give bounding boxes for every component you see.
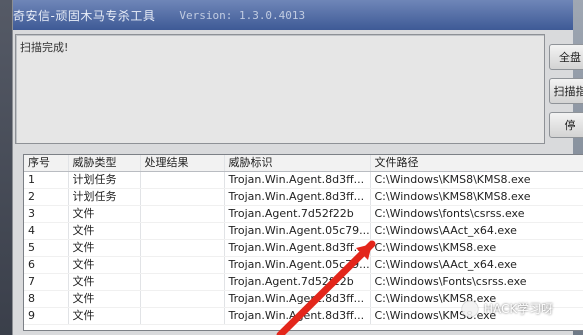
cell-result [140, 290, 225, 308]
cell-threat-type: 计划任务 [68, 171, 141, 189]
table-row[interactable]: 7 文件 Trojan.Agent.7d52f22b C:\Windows\Fonts… [24, 273, 583, 291]
cell-file-path: C:\Windows\KMS8\KMS8.exe [370, 171, 583, 189]
cell-number: 2 [24, 188, 69, 206]
cell-threat-id: Trojan.Win.Agent.05c79... [224, 222, 371, 240]
cell-number: 9 [24, 307, 69, 325]
cell-number: 7 [24, 273, 69, 291]
cell-number: 3 [24, 205, 69, 223]
cell-number: 1 [24, 171, 69, 189]
cell-threat-id: Trojan.Win.Agent.8d3ff... [224, 290, 371, 308]
cell-threat-type: 文件 [68, 273, 141, 291]
table-row[interactable]: 5 文件 Trojan.Win.Agent.8d3ff... C:\Windows\K… [24, 239, 583, 257]
header-result[interactable]: 处理结果 [140, 155, 225, 172]
table-row[interactable]: 6 文件 Trojan.Win.Agent.05c79... C:\Windows\A… [24, 256, 583, 274]
titlebar: 奇安信-顽固木马专杀工具 Version: 1.3.0.4013 [13, 0, 573, 30]
table-row[interactable]: 4 文件 Trojan.Win.Agent.05c79... C:\Windows\A… [24, 222, 583, 240]
cell-threat-id: Trojan.Agent.7d52f22b [224, 205, 371, 223]
cell-result [140, 307, 225, 325]
scan-status-text: 扫描完成! [20, 41, 69, 54]
header-threat-type[interactable]: 威胁类型 [68, 155, 141, 172]
scan-status-panel: 扫描完成! [15, 34, 545, 144]
header-threat-id[interactable]: 威胁标识 [224, 155, 371, 172]
watermark-text: HACK学习呀 [484, 302, 554, 316]
app-window: 奇安信-顽固木马专杀工具 Version: 1.3.0.4013 扫描完成! 全… [12, 0, 583, 335]
cell-file-path: C:\Windows\AAct_x64.exe [370, 222, 583, 240]
window-version: Version: 1.3.0.4013 [179, 8, 306, 22]
table-row[interactable]: 2 计划任务 Trojan.Win.Agent.8d3ff... C:\Windows… [24, 188, 583, 206]
cell-result [140, 222, 225, 240]
cell-threat-id: Trojan.Win.Agent.8d3ff... [224, 307, 371, 325]
cell-threat-id: Trojan.Agent.7d52f22b [224, 273, 371, 291]
cell-number: 8 [24, 290, 69, 308]
cell-threat-type: 文件 [68, 290, 141, 308]
wechat-icon [462, 300, 478, 317]
cell-result [140, 239, 225, 257]
window-title: 奇安信-顽固木马专杀工具 [13, 8, 156, 23]
cell-file-path: C:\Windows\fonts\csrss.exe [370, 205, 583, 223]
cell-threat-type: 文件 [68, 239, 141, 257]
cell-threat-type: 文件 [68, 222, 141, 240]
cell-result [140, 205, 225, 223]
table-row[interactable]: 1 计划任务 Trojan.Win.Agent.8d3ff... C:\Windows… [24, 171, 583, 189]
action-buttons: 全盘 扫描指 停 [549, 44, 583, 146]
custom-scan-button[interactable]: 扫描指 [549, 78, 583, 104]
table-row[interactable]: 3 文件 Trojan.Agent.7d52f22b C:\Windows\fonts… [24, 205, 583, 223]
cell-threat-id: Trojan.Win.Agent.8d3ff... [224, 188, 371, 206]
cell-number: 6 [24, 256, 69, 274]
header-file-path[interactable]: 文件路径 [370, 155, 583, 172]
header-number[interactable]: 序号 [24, 155, 69, 172]
cell-result [140, 188, 225, 206]
cell-file-path: C:\Windows\KMS8\KMS8.exe [370, 188, 583, 206]
cell-threat-type: 文件 [68, 256, 141, 274]
full-scan-button[interactable]: 全盘 [549, 44, 583, 70]
cell-threat-id: Trojan.Win.Agent.8d3ff... [224, 171, 371, 189]
cell-file-path: C:\Windows\AAct_x64.exe [370, 256, 583, 274]
cell-file-path: C:\Windows\KMS8.exe [370, 239, 583, 257]
cell-result [140, 171, 225, 189]
cell-result [140, 273, 225, 291]
cell-threat-type: 计划任务 [68, 188, 141, 206]
cell-threat-type: 文件 [68, 205, 141, 223]
table-header-row: 序号 威胁类型 处理结果 威胁标识 文件路径 [24, 155, 583, 172]
cell-file-path: C:\Windows\Fonts\csrss.exe [370, 273, 583, 291]
cell-number: 4 [24, 222, 69, 240]
cell-threat-id: Trojan.Win.Agent.05c79... [224, 256, 371, 274]
cell-number: 5 [24, 239, 69, 257]
watermark: HACK学习呀 [462, 300, 553, 317]
cell-threat-type: 文件 [68, 307, 141, 325]
cell-result [140, 256, 225, 274]
stop-button[interactable]: 停 [549, 112, 583, 138]
cell-threat-id: Trojan.Win.Agent.8d3ff... [224, 239, 371, 257]
